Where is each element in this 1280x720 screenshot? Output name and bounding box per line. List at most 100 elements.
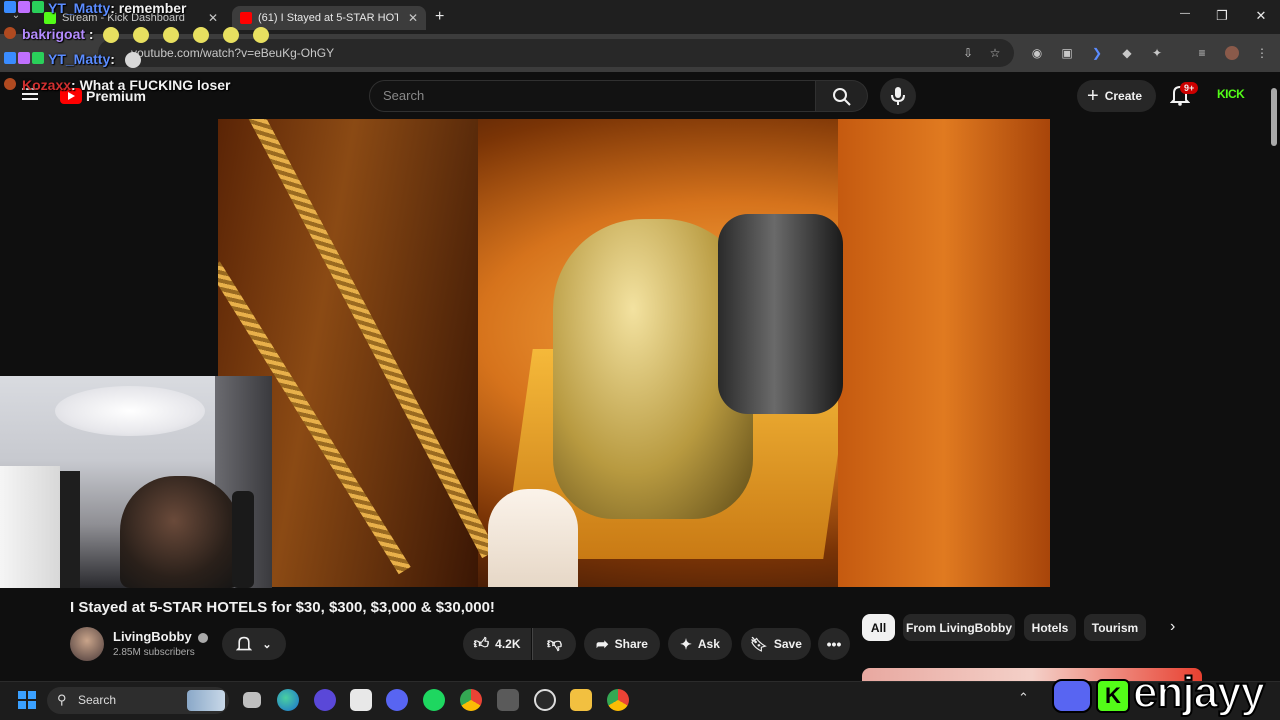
dislike-button[interactable]: 👎︎ bbox=[532, 628, 576, 660]
create-label: Create bbox=[1104, 89, 1143, 103]
chat-badge-icon bbox=[18, 52, 30, 64]
install-app-icon[interactable]: ⇩ bbox=[961, 46, 975, 60]
minimize-button[interactable]: — bbox=[1176, 8, 1194, 19]
search-icon: ⚲ bbox=[57, 692, 67, 707]
notifications-button[interactable]: 9+ bbox=[1169, 82, 1199, 108]
notification-badge: 9+ bbox=[1180, 82, 1199, 94]
ask-button[interactable]: ✦ Ask bbox=[668, 628, 732, 660]
chat-emote-icon bbox=[103, 27, 120, 44]
webcam-window-frame bbox=[60, 471, 80, 588]
url-text[interactable]: youtube.com/watch?v=eBeuKg-OhGY bbox=[131, 46, 334, 60]
tray-chevron-up-icon[interactable]: ⌃ bbox=[1018, 690, 1029, 706]
chat-message: YT_Matty: remember bbox=[4, 0, 187, 16]
chat-username: YT_Matty bbox=[48, 0, 111, 16]
page-scrollbar[interactable] bbox=[1268, 72, 1280, 681]
taskbar-search-box[interactable]: ⚲ Search bbox=[47, 687, 229, 714]
chat-badge-icon bbox=[4, 78, 16, 90]
chat-message: bakrigoat : bbox=[4, 26, 269, 44]
extension-icon[interactable]: ❯ bbox=[1090, 46, 1104, 60]
create-button[interactable]: + Create bbox=[1077, 80, 1156, 112]
new-tab-button[interactable]: + bbox=[435, 8, 444, 26]
more-actions-button[interactable]: ••• bbox=[818, 628, 850, 660]
video-title: I Stayed at 5-STAR HOTELS for $30, $300,… bbox=[70, 599, 495, 616]
chrome-alt-icon[interactable] bbox=[607, 689, 629, 711]
chat-username: bakrigoat bbox=[22, 26, 86, 42]
extension-icon[interactable]: ◉ bbox=[1030, 46, 1044, 60]
chip-all[interactable]: All bbox=[862, 614, 895, 641]
extension-icon[interactable]: ◆ bbox=[1120, 46, 1134, 60]
discord-icon[interactable] bbox=[386, 689, 408, 711]
webcam-overlay bbox=[0, 376, 272, 588]
like-button[interactable]: 👍︎ 4.2K bbox=[463, 628, 531, 660]
chat-badge-icon bbox=[4, 52, 16, 64]
chat-badge-icon bbox=[32, 1, 44, 13]
chat-message: YT_Matty: bbox=[4, 51, 141, 69]
save-label: Save bbox=[773, 637, 802, 651]
chat-username: YT_Matty bbox=[48, 51, 111, 67]
task-view-icon[interactable] bbox=[243, 692, 261, 708]
tab-close-icon[interactable]: ✕ bbox=[208, 11, 218, 25]
file-explorer-icon[interactable] bbox=[570, 689, 592, 711]
maximize-button[interactable]: ❐ bbox=[1213, 8, 1231, 24]
calculator-icon[interactable] bbox=[497, 689, 519, 711]
extension-icon[interactable]: ▣ bbox=[1060, 46, 1074, 60]
tab-title: (61) I Stayed at 5-STAR HOTELS bbox=[258, 12, 398, 24]
plus-icon: + bbox=[1087, 84, 1099, 107]
channel-avatar[interactable] bbox=[70, 627, 104, 661]
taskbar-search-label: Search bbox=[78, 693, 117, 707]
close-window-button[interactable]: ✕ bbox=[1252, 8, 1270, 24]
chat-badge-icon bbox=[32, 52, 44, 64]
more-dots-icon: ••• bbox=[826, 636, 842, 652]
share-arrow-icon: ➦ bbox=[596, 636, 609, 653]
bookmark-icon: 🔖︎ bbox=[750, 635, 768, 652]
search-input[interactable] bbox=[369, 80, 816, 112]
chat-text: : What a FUCKING loser bbox=[71, 77, 231, 93]
search-button[interactable] bbox=[816, 80, 868, 112]
bookmark-star-icon[interactable]: ☆ bbox=[988, 46, 1002, 60]
chat-text: : bbox=[88, 26, 94, 42]
share-button[interactable]: ➦ Share bbox=[584, 628, 660, 660]
chip-hotels[interactable]: Hotels bbox=[1024, 614, 1076, 641]
browser-menu-icon[interactable]: ⋮ bbox=[1255, 46, 1269, 60]
chat-emote-icon bbox=[193, 27, 210, 44]
youtube-favicon-icon bbox=[240, 12, 252, 24]
thumbs-up-icon: 👍︎ bbox=[473, 635, 490, 652]
chrome-icon[interactable] bbox=[460, 689, 482, 711]
chat-message: Kozaxx: What a FUCKING loser bbox=[4, 77, 231, 93]
profile-avatar[interactable] bbox=[1225, 46, 1239, 60]
obs-icon[interactable] bbox=[534, 689, 556, 711]
chips-next-chevron-icon[interactable]: › bbox=[1170, 618, 1175, 636]
channel-name[interactable]: LivingBobby bbox=[113, 629, 209, 644]
chat-emote-icon bbox=[133, 27, 150, 44]
snipping-tool-icon[interactable] bbox=[350, 689, 372, 711]
tab-close-icon[interactable]: ✕ bbox=[408, 11, 418, 25]
search-placeholder: Search bbox=[383, 88, 425, 103]
chat-emote-icon bbox=[252, 27, 269, 44]
webcam-microphone bbox=[232, 491, 254, 588]
webcam-curtain bbox=[0, 466, 60, 588]
kick-logo[interactable]: KICK bbox=[1217, 87, 1245, 101]
bell-icon bbox=[236, 636, 253, 651]
media-control-icon[interactable]: ≡ bbox=[1195, 46, 1209, 60]
verified-check-icon bbox=[198, 632, 209, 643]
scrollbar-thumb[interactable] bbox=[1271, 88, 1277, 146]
extensions-puzzle-icon[interactable]: ✦ bbox=[1150, 46, 1164, 60]
subscription-bell-button[interactable]: ⌄ bbox=[222, 628, 286, 660]
channel-name-text: LivingBobby bbox=[113, 629, 192, 644]
spotify-icon[interactable] bbox=[423, 689, 445, 711]
kick-logo-overlay-icon: K bbox=[1096, 679, 1130, 713]
chip-from-channel[interactable]: From LivingBobby bbox=[903, 614, 1015, 641]
share-label: Share bbox=[614, 637, 648, 651]
search-highlight-icon bbox=[187, 690, 225, 711]
video-player[interactable] bbox=[218, 119, 1050, 587]
vpn-app-icon[interactable] bbox=[314, 689, 336, 711]
chat-emote-icon bbox=[163, 27, 180, 44]
windows-start-icon[interactable] bbox=[18, 691, 36, 709]
webcam-ceiling-light bbox=[55, 386, 205, 436]
voice-search-button[interactable] bbox=[880, 78, 916, 114]
save-button[interactable]: 🔖︎ Save bbox=[741, 628, 811, 660]
discord-logo-overlay-icon bbox=[1052, 679, 1092, 713]
edge-browser-icon[interactable] bbox=[277, 689, 299, 711]
chip-tourism[interactable]: Tourism bbox=[1084, 614, 1146, 641]
microphone-icon bbox=[891, 87, 905, 105]
